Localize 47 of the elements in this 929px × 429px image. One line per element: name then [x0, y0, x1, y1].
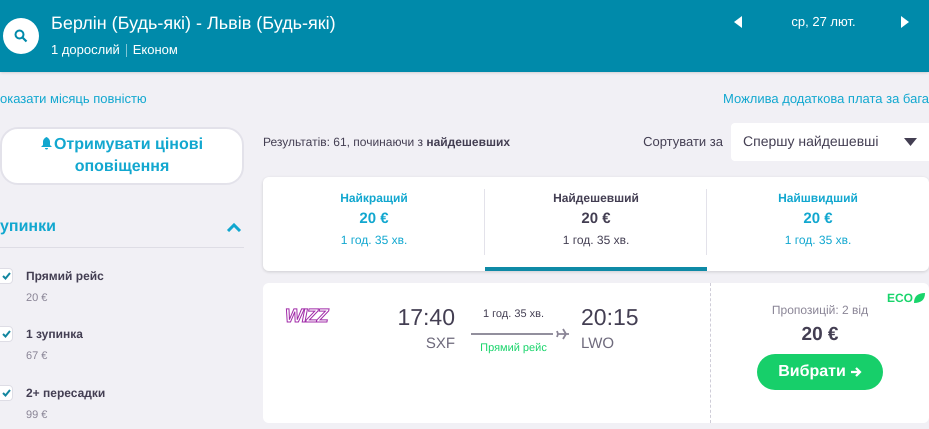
- flight-price: 20 €: [802, 322, 838, 346]
- filter-option-label: 2+ пересадки: [26, 384, 106, 400]
- chevron-up-icon: [226, 222, 242, 232]
- select-button[interactable]: Вибрати: [757, 354, 883, 390]
- arrival-time: 20:15: [581, 302, 639, 330]
- sort-tab[interactable]: Найшвидший 20 € 1 год. 35 хв.: [707, 176, 929, 270]
- offers-text: Пропозицій: 2 від: [772, 302, 868, 318]
- checkmark-icon: [2, 388, 10, 396]
- stops-filter-title: упинки: [0, 216, 56, 236]
- airline-logo: WIZZ: [285, 304, 328, 328]
- filter-option-label: 1 зупинка: [26, 326, 83, 342]
- checkmark-icon: [2, 330, 10, 338]
- eco-label: ECO: [886, 290, 913, 306]
- search-icon: [14, 29, 28, 43]
- arrow-right-icon: [850, 366, 862, 378]
- baggage-fee-link[interactable]: Можлива додаткова плата за бага: [723, 89, 929, 108]
- passengers-text: 1 дорослий: [51, 41, 120, 60]
- results-summary: Результатів: 61, починаючи з найдешевших: [263, 134, 510, 150]
- arrival-airport: LWO: [581, 334, 614, 354]
- right-triangle-icon: [901, 16, 909, 28]
- cabin-text: Економ: [132, 41, 178, 60]
- checkbox[interactable]: [0, 384, 13, 400]
- filter-option-price: 67 €: [26, 349, 48, 364]
- checkbox[interactable]: [0, 326, 13, 342]
- checkbox[interactable]: [0, 268, 13, 284]
- filter-option-price: 99 €: [26, 408, 48, 422]
- price-alert-button[interactable]: Отримувати цінові оповіщення: [0, 126, 244, 184]
- left-triangle-icon: [734, 16, 742, 28]
- sort-dropdown[interactable]: Спершу найдешевші: [731, 122, 929, 160]
- route-title: Берлін (Будь-які) - Львів (Будь-які): [51, 12, 336, 34]
- checkmark-icon: [2, 272, 10, 280]
- sort-tab[interactable]: Найкращий 20 € 1 год. 35 хв.: [263, 176, 485, 270]
- departure-airport: SXF: [426, 334, 455, 354]
- date-text: ср, 27 лют.: [790, 13, 857, 31]
- collapse-button[interactable]: [226, 222, 242, 232]
- departure-time: 17:40: [397, 302, 455, 330]
- caret-icon: [904, 138, 917, 146]
- search-button[interactable]: [3, 18, 39, 54]
- flight-duration: 1 год. 35 хв.: [482, 306, 546, 322]
- bell-icon: [40, 136, 52, 150]
- sort-label: Сортувати за: [643, 132, 723, 151]
- filter-option-label: Прямий рейс: [26, 268, 104, 284]
- show-month-link[interactable]: оказати місяць повністю: [0, 89, 147, 108]
- stops-text: Прямий рейс: [479, 341, 548, 356]
- leaf-icon: [913, 292, 925, 304]
- sort-tab[interactable]: Найдешевший 20 € 1 год. 35 хв.: [485, 176, 707, 270]
- filter-option-price: 20 €: [26, 290, 48, 306]
